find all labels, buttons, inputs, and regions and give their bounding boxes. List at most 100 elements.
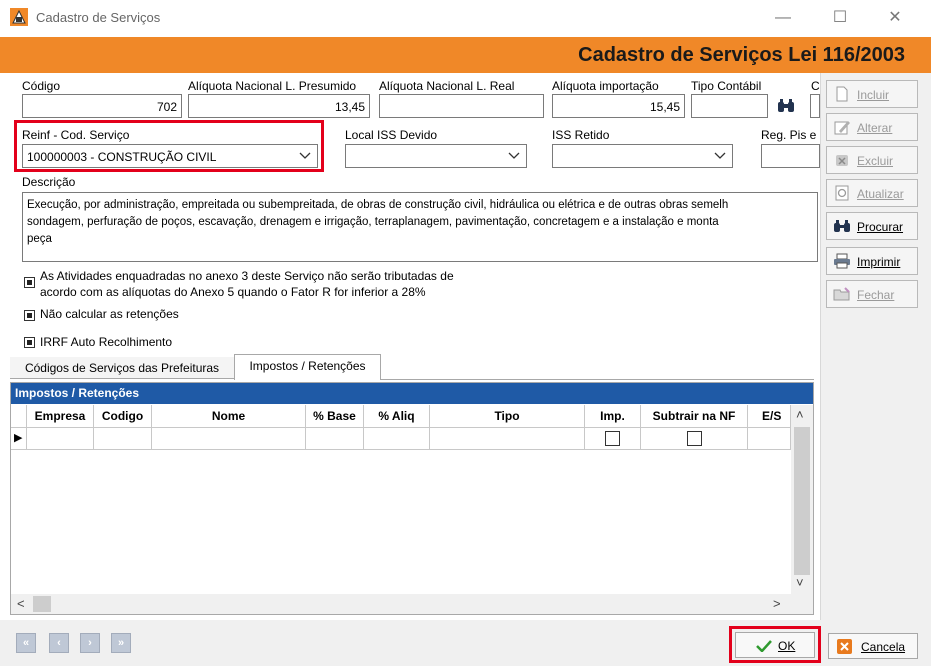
local-iss-label: Local ISS Devido <box>345 128 438 142</box>
alterar-button[interactable]: Alterar <box>826 113 918 141</box>
cancela-button[interactable]: Cancela <box>828 633 918 659</box>
iss-retido-label: ISS Retido <box>552 128 610 142</box>
delete-icon <box>836 155 848 166</box>
title-bar: Cadastro de Serviços — ☐ ✕ <box>0 0 931 36</box>
minimize-button[interactable]: — <box>768 6 798 30</box>
col-header-es[interactable]: E/S <box>748 405 791 428</box>
chevron-down-icon <box>714 152 726 159</box>
anexo-checkbox-label-line1: As Atividades enquadradas no anexo 3 des… <box>40 269 454 283</box>
cell-subtrair[interactable] <box>641 428 748 450</box>
nav-prev-button[interactable]: ‹ <box>49 633 69 653</box>
nav-last-button[interactable]: » <box>111 633 131 653</box>
nao-calcular-label: Não calcular as retenções <box>40 307 179 321</box>
fechar-label: Fechar <box>857 288 895 302</box>
atualizar-label: Atualizar <box>857 187 904 201</box>
cancel-icon <box>837 639 852 654</box>
form-header: Cadastro de Serviços Lei 116/2003 <box>0 37 931 73</box>
close-button[interactable]: ✕ <box>880 6 910 30</box>
fechar-button[interactable]: Fechar <box>826 280 918 308</box>
pencil-icon <box>834 121 850 135</box>
cell-nome[interactable] <box>152 428 306 450</box>
horizontal-scrollbar[interactable]: < > <box>11 594 813 614</box>
checkmark-icon <box>756 640 772 652</box>
procurar-button[interactable]: Procurar <box>826 212 918 240</box>
aliq-importacao-label: Alíquota importação <box>552 79 659 93</box>
reinf-label: Reinf - Cod. Serviço <box>22 128 130 142</box>
col-header-subtrair[interactable]: Subtrair na NF <box>641 405 748 428</box>
codigo-label: Código <box>22 79 61 93</box>
ok-button[interactable]: OK <box>735 632 815 658</box>
nav-first-button[interactable]: « <box>16 633 36 653</box>
reg-pis-label: Reg. Pis e <box>761 128 817 142</box>
form-header-title: Cadastro de Serviços Lei 116/2003 <box>578 44 905 66</box>
aliq-real-field[interactable] <box>379 94 544 118</box>
imp-checkbox[interactable] <box>605 431 620 446</box>
anexo-checkbox[interactable] <box>24 277 35 288</box>
scroll-up-icon[interactable]: ˄ <box>796 407 804 422</box>
window-title: Cadastro de Serviços <box>36 10 161 25</box>
incluir-button[interactable]: Incluir <box>826 80 918 108</box>
excluir-button[interactable]: Excluir <box>826 146 918 174</box>
codigo-field[interactable]: 702 <box>22 94 182 118</box>
impostos-grid: Impostos / Retenções Empresa Codigo Nome… <box>10 382 814 615</box>
reg-pis-field[interactable] <box>761 144 820 168</box>
col-header-aliq[interactable]: % Aliq <box>364 405 430 428</box>
col-header-empresa[interactable]: Empresa <box>27 405 94 428</box>
imprimir-button[interactable]: Imprimir <box>826 247 918 275</box>
nav-next-button[interactable]: › <box>80 633 100 653</box>
anexo-checkbox-label-line2: acordo com as alíquotas do Anexo 5 quand… <box>40 285 426 299</box>
cell-imp[interactable] <box>585 428 641 450</box>
atualizar-button[interactable]: Atualizar <box>826 179 918 207</box>
cell-es[interactable] <box>748 428 791 450</box>
cell-codigo[interactable] <box>94 428 152 450</box>
reinf-select-value: 100000003 - CONSTRUÇÃO CIVIL <box>27 150 217 164</box>
tab-impostos-retencoes[interactable]: Impostos / Retenções <box>234 354 381 380</box>
tipo-contabil-field[interactable] <box>691 94 768 118</box>
irrf-label: IRRF Auto Recolhimento <box>40 335 173 349</box>
aliq-presumido-label: Alíquota Nacional L. Presumido <box>188 79 357 93</box>
scroll-left-icon[interactable]: < <box>17 596 25 611</box>
col-header-codigo[interactable]: Codigo <box>94 405 152 428</box>
descricao-line: sondagem, perfuração de poços, escavação… <box>27 216 719 228</box>
scroll-right-icon[interactable]: > <box>773 596 781 611</box>
nao-calcular-checkbox[interactable] <box>24 310 35 321</box>
binoculars-icon <box>834 220 850 232</box>
chevron-down-icon <box>299 152 311 159</box>
cut-off-label: C <box>811 79 820 93</box>
irrf-checkbox[interactable] <box>24 337 35 348</box>
local-iss-select[interactable] <box>345 144 527 168</box>
alterar-label: Alterar <box>857 121 893 135</box>
col-header-base[interactable]: % Base <box>306 405 364 428</box>
scroll-down-icon[interactable]: ˅ <box>796 575 804 590</box>
folder-icon <box>833 287 850 301</box>
incluir-label: Incluir <box>857 88 890 102</box>
app-logo-icon <box>10 8 28 26</box>
cut-off-field[interactable] <box>810 94 820 118</box>
cell-aliq[interactable] <box>364 428 430 450</box>
cell-tipo[interactable] <box>430 428 585 450</box>
horizontal-scroll-thumb[interactable] <box>33 596 51 612</box>
descricao-label: Descrição <box>22 175 76 189</box>
iss-retido-select[interactable] <box>552 144 733 168</box>
col-header-tipo[interactable]: Tipo <box>430 405 585 428</box>
cell-empresa[interactable] <box>27 428 94 450</box>
descricao-textarea[interactable]: Execução, por administração, empreitada … <box>22 192 818 262</box>
procurar-label: Procurar <box>857 220 904 234</box>
vertical-scrollbar[interactable]: ˄ ˅ <box>791 405 813 595</box>
cell-base[interactable] <box>306 428 364 450</box>
descricao-line: Execução, por administração, empreitada … <box>27 199 729 211</box>
grid-indicator-header <box>11 405 27 428</box>
cancela-label: Cancela <box>861 640 906 654</box>
col-header-imp[interactable]: Imp. <box>585 405 641 428</box>
maximize-button[interactable]: ☐ <box>825 6 855 30</box>
row-indicator[interactable]: ▶ <box>11 428 27 450</box>
col-header-nome[interactable]: Nome <box>152 405 306 428</box>
subtrair-checkbox[interactable] <box>687 431 702 446</box>
aliq-importacao-field[interactable]: 15,45 <box>552 94 685 118</box>
vertical-scroll-thumb[interactable] <box>794 427 810 575</box>
tab-codigos-prefeituras[interactable]: Códigos de Serviços das Prefeituras <box>10 357 234 379</box>
binoculars-icon[interactable] <box>777 98 795 114</box>
refresh-icon <box>835 185 849 201</box>
reinf-select[interactable]: 100000003 - CONSTRUÇÃO CIVIL <box>22 144 318 168</box>
aliq-presumido-field[interactable]: 13,45 <box>188 94 370 118</box>
